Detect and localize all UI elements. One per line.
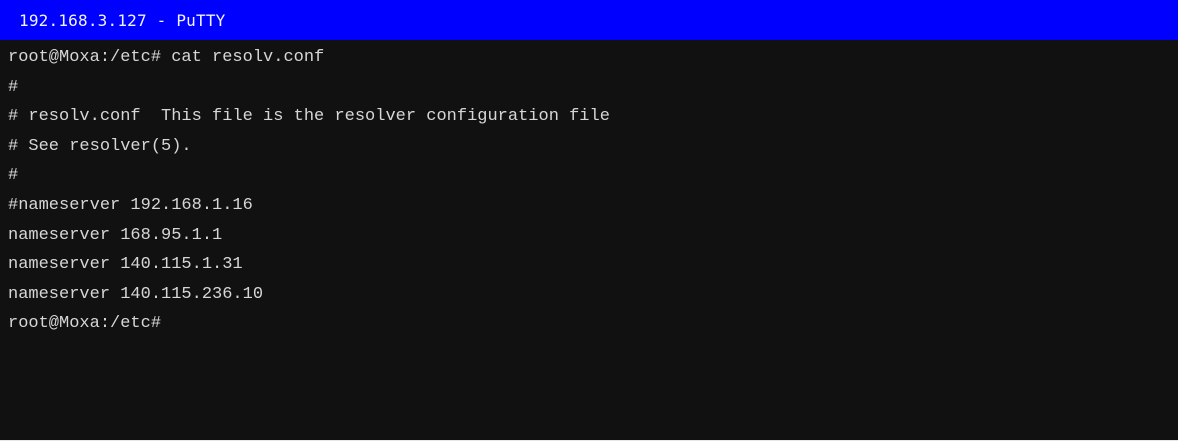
terminal-line: # See resolver(5).: [8, 136, 192, 156]
terminal-line: root@Moxa:/etc# cat resolv.conf: [8, 48, 325, 67]
window-titlebar[interactable]: 192.168.3.127 - PuTTY: [0, 0, 1178, 40]
terminal-line: nameserver 168.95.1.1: [8, 225, 223, 245]
putty-window: 192.168.3.127 - PuTTY root@Moxa:/etc# ca…: [0, 0, 1178, 441]
window-title: 192.168.3.127 - PuTTY: [19, 10, 226, 30]
terminal-line: nameserver 140.115.1.31: [8, 255, 243, 275]
terminal-line: #: [8, 77, 19, 97]
terminal-line: nameserver 140.115.236.10: [8, 284, 264, 304]
terminal-line: #nameserver 192.168.1.16: [8, 195, 253, 215]
terminal-line: # resolv.conf This file is the resolver …: [8, 107, 610, 127]
terminal-line: #: [8, 166, 19, 186]
terminal-prompt: root@Moxa:/etc#: [8, 314, 162, 334]
terminal-output[interactable]: root@Moxa:/etc# cat resolv.conf # # reso…: [0, 40, 1178, 440]
